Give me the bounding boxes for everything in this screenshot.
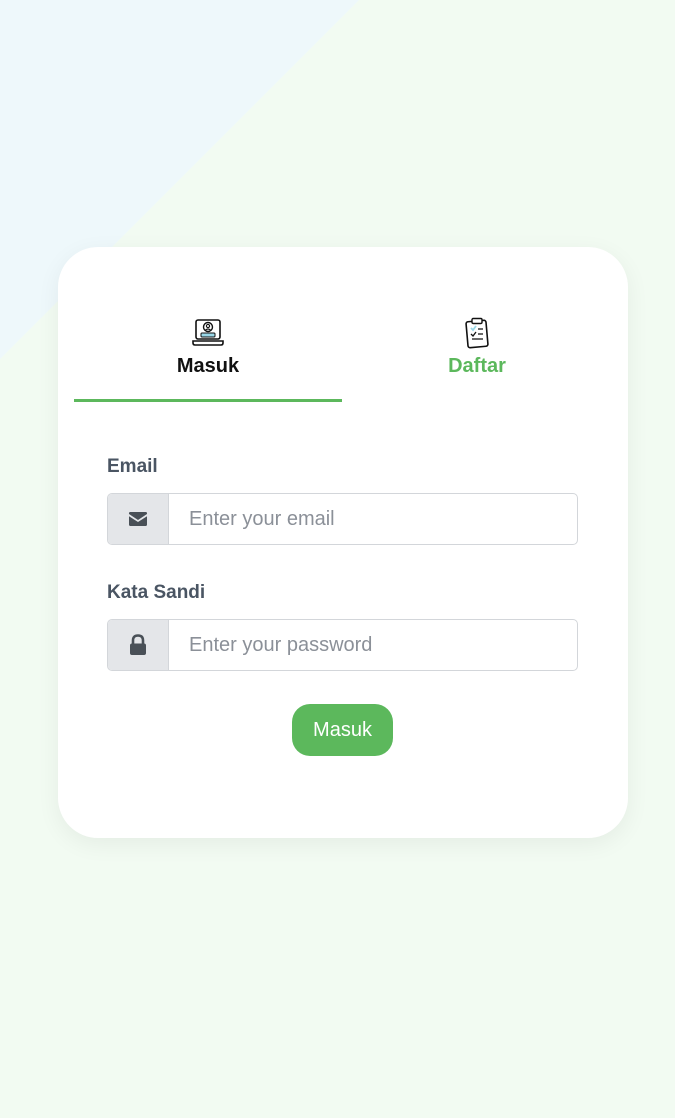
email-label: Email <box>107 456 158 477</box>
lock-icon <box>130 634 146 655</box>
login-card: Masuk Daftar Email Kata Sandi <box>58 247 628 838</box>
tab-register[interactable]: Daftar <box>343 317 611 403</box>
submit-button[interactable]: Masuk <box>292 704 393 756</box>
password-addon <box>108 620 169 670</box>
active-tab-indicator <box>74 399 342 402</box>
tab-login[interactable]: Masuk <box>74 317 342 403</box>
email-input-group <box>107 493 578 545</box>
tab-register-label: Daftar <box>448 355 506 377</box>
password-input[interactable] <box>169 620 577 670</box>
password-label: Kata Sandi <box>107 582 206 603</box>
clipboard-icon <box>465 317 489 349</box>
password-input-group <box>107 619 578 671</box>
email-input[interactable] <box>169 494 577 544</box>
tab-login-label: Masuk <box>176 355 240 377</box>
envelope-icon <box>129 512 147 526</box>
user-laptop-icon <box>192 319 224 346</box>
auth-tabs: Masuk Daftar <box>74 317 611 403</box>
email-addon <box>108 494 169 544</box>
